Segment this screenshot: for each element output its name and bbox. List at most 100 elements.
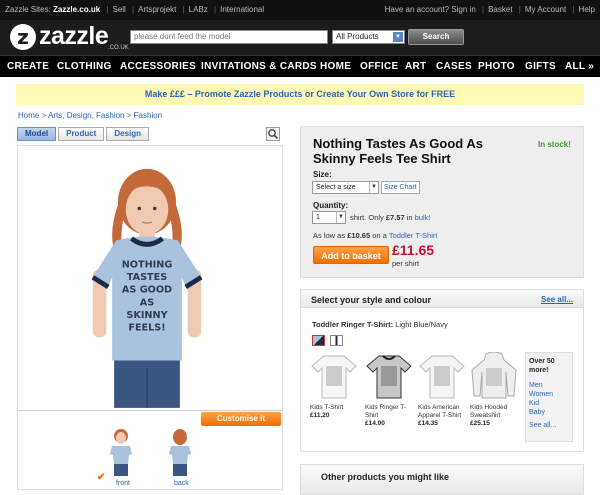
sites-bar: Zazzle Sites: Zazzle.co.uk | Sell | Artspr…	[5, 5, 265, 14]
other-products-heading: Other products you might like	[321, 472, 450, 482]
toddler-tshirt-link[interactable]: Toddler T-Shirt	[389, 231, 438, 240]
product-model-image[interactable]: NOTHING TASTES AS GOOD AS SKINNY FEELS!	[87, 157, 207, 412]
quantity-label: Quantity:	[313, 201, 349, 210]
labz-link[interactable]: LABz	[189, 5, 208, 14]
my-account-link[interactable]: My Account	[525, 5, 566, 14]
current-site-link[interactable]: Zazzle.co.uk	[53, 5, 100, 14]
current-style-label: Toddler Ringer T-Shirt:	[312, 320, 394, 329]
shirt-line-6: FEELS!	[128, 322, 165, 333]
account-bar: Have an account? Sign in | Basket | My Acc…	[384, 5, 595, 14]
variant-kids-tshirt[interactable]: Kids T-Shirt £11.20	[310, 352, 360, 420]
variant-kids-ringer-tshirt-image	[366, 355, 412, 399]
breadcrumb-arts-design-fashion[interactable]: Arts, Design, Fashion	[48, 111, 124, 120]
product-title: Nothing Tastes As Good As Skinny Feels T…	[313, 136, 483, 166]
add-to-basket-button[interactable]: Add to basket	[313, 246, 389, 264]
nav-clothing[interactable]: CLOTHING	[57, 61, 112, 72]
shirt-line-1: NOTHING	[122, 260, 173, 271]
chevron-down-icon: ▼	[393, 32, 403, 42]
see-all-styles-link[interactable]: See all...	[541, 295, 573, 304]
variant-kids-hooded-sweatshirt[interactable]: Kids Hooded Sweatshirt £25.15	[470, 351, 520, 428]
nav-create[interactable]: CREATE	[7, 61, 49, 72]
zoom-icon[interactable]	[266, 127, 280, 141]
view-tabs: Model Product Design	[17, 127, 151, 141]
nav-accessories[interactable]: ACCESSORIES	[120, 61, 196, 72]
breadcrumb: Home > Arts, Design, Fashion > Fashion	[18, 111, 163, 120]
low-price: £10.65	[347, 231, 371, 240]
chevron-down-icon: ▼	[336, 212, 345, 223]
size-chart-button[interactable]: Size Chart	[381, 181, 420, 194]
checkmark-icon: ✔	[97, 472, 106, 483]
search-button[interactable]: Search	[408, 29, 464, 45]
shirt-line-5: SKINNY	[126, 310, 168, 321]
category-select-value: All Products	[336, 32, 379, 41]
promo-banner[interactable]: Make £££ – Promote Zazzle Products or Cr…	[16, 84, 584, 105]
more-link-baby[interactable]: Baby	[529, 408, 569, 417]
artsprojekt-link[interactable]: Artsprojekt	[138, 5, 176, 14]
tab-product[interactable]: Product	[58, 127, 105, 141]
other-products-panel: Other products you might like	[300, 464, 584, 495]
shirt-line-4: AS	[140, 297, 154, 308]
sell-link[interactable]: Sell	[112, 5, 125, 14]
more-link-men[interactable]: Men	[529, 381, 569, 390]
style-variants: Kids T-Shirt £11.20 Kids Ringer T-Shirt …	[310, 351, 526, 442]
nav-invitations-cards[interactable]: INVITATIONS & CARDS	[201, 61, 317, 72]
shirt-line-2: TASTES	[127, 272, 167, 283]
zazzle-logo[interactable]: z zazzle .CO.UK	[10, 22, 129, 52]
variant-kids-american-apparel-tshirt-image	[419, 355, 465, 399]
bulk-price: £7.57	[385, 213, 405, 222]
search-input[interactable]: please dont feed the model	[130, 30, 328, 44]
product-price: £11.65	[392, 242, 435, 258]
logo-tld: .CO.UK	[108, 45, 129, 51]
thumbnail-back-label[interactable]: back	[174, 480, 189, 487]
category-select[interactable]: All Products ▼	[332, 30, 405, 44]
variant-kids-hooded-sweatshirt-image	[471, 351, 517, 399]
tab-model[interactable]: Model	[17, 127, 57, 141]
thumbnail-front[interactable]	[108, 428, 134, 476]
variant-kids-american-apparel-tshirt[interactable]: Kids American Apparel T-Shirt £14.35	[418, 352, 468, 428]
more-link-women[interactable]: Women	[529, 390, 569, 399]
size-label: Size:	[313, 170, 332, 179]
style-selector-heading: Select your style and colour	[311, 295, 432, 305]
current-colour: Light Blue/Navy	[395, 320, 448, 329]
as-low-as-text: As low as £10.65 on a Toddler T-Shirt	[313, 231, 438, 240]
site-header: z zazzle .CO.UK please dont feed the mod…	[0, 20, 600, 55]
variant-kids-tshirt-image	[311, 355, 357, 399]
nav-art[interactable]: ART	[405, 61, 426, 72]
colour-swatch-white-navy[interactable]	[330, 335, 343, 346]
stock-status: In stock!	[538, 140, 571, 149]
breadcrumb-fashion[interactable]: Fashion	[134, 111, 162, 120]
logo-mark: z	[10, 24, 36, 50]
style-selector-header: Select your style and colour See all...	[301, 290, 583, 308]
sites-label: Zazzle Sites:	[5, 5, 51, 14]
sign-in-link[interactable]: Have an account? Sign in	[385, 5, 476, 14]
customise-button[interactable]: Customise it	[201, 412, 281, 426]
top-bar: Zazzle Sites: Zazzle.co.uk | Sell | Artspr…	[0, 0, 600, 20]
nav-all[interactable]: ALL »	[565, 61, 594, 72]
colour-swatch-light-blue-navy[interactable]	[312, 335, 325, 346]
breadcrumb-home[interactable]: Home	[18, 111, 39, 120]
nav-gifts[interactable]: GIFTS	[525, 61, 556, 72]
variant-kids-ringer-tshirt[interactable]: Kids Ringer T-Shirt £14.00	[365, 352, 415, 428]
quantity-select[interactable]: 1 ▼	[312, 211, 346, 224]
logo-wordmark: zazzle	[39, 22, 109, 50]
more-see-all-link[interactable]: See all...	[529, 421, 569, 430]
nav-office[interactable]: OFFICE	[360, 61, 398, 72]
nav-home[interactable]: HOME	[320, 61, 351, 72]
divider	[18, 410, 282, 411]
international-link[interactable]: International	[220, 5, 264, 14]
shirt-line-3: AS GOOD	[122, 285, 172, 296]
nav-photo[interactable]: PHOTO	[478, 61, 515, 72]
basket-link[interactable]: Basket	[488, 5, 512, 14]
bulk-link[interactable]: bulk!	[415, 213, 431, 222]
tab-design[interactable]: Design	[106, 127, 150, 141]
nav-cases[interactable]: CASES	[436, 61, 472, 72]
thumbnail-front-label[interactable]: front	[116, 480, 130, 487]
bulk-pricing-text: shirt. Only £7.57 in bulk!	[350, 213, 431, 222]
thumbnail-back[interactable]	[167, 428, 193, 476]
chevron-down-icon: ▼	[369, 182, 378, 193]
more-styles-box: Over 50 more! Men Women Kid Baby See all…	[525, 352, 573, 442]
help-link[interactable]: Help	[579, 5, 595, 14]
size-select[interactable]: Select a size ▼	[312, 181, 379, 194]
more-link-kid[interactable]: Kid	[529, 399, 569, 408]
price-per-unit: per shirt	[392, 259, 420, 268]
